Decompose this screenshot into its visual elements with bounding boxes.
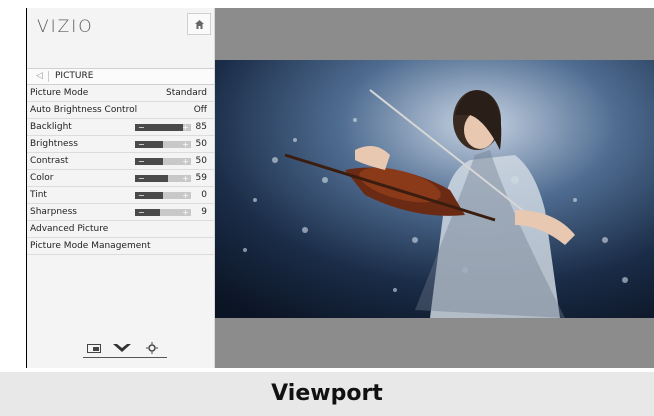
minus-icon: − bbox=[138, 208, 145, 217]
row-value: Off bbox=[193, 105, 207, 115]
plus-icon: + bbox=[182, 123, 189, 132]
menu-list: Picture Mode Standard Auto Brightness Co… bbox=[27, 85, 214, 255]
home-button[interactable] bbox=[187, 13, 211, 35]
row-label: Picture Mode Management bbox=[30, 241, 151, 251]
background-photo bbox=[215, 60, 654, 318]
contrast-slider[interactable]: − + bbox=[135, 157, 191, 166]
settings-icon[interactable] bbox=[143, 340, 161, 356]
backlight-row[interactable]: Backlight − + 85 bbox=[27, 119, 214, 136]
plus-icon: + bbox=[182, 208, 189, 217]
minus-icon: − bbox=[138, 191, 145, 200]
input-icon[interactable] bbox=[85, 340, 103, 356]
minus-icon: − bbox=[138, 140, 145, 149]
row-value: 50 bbox=[195, 156, 207, 166]
tint-slider[interactable]: − + bbox=[135, 191, 191, 200]
row-label: Color bbox=[30, 173, 54, 183]
row-value: 0 bbox=[201, 190, 207, 200]
row-value: 59 bbox=[195, 173, 207, 183]
row-label: Picture Mode bbox=[30, 88, 89, 98]
row-label: Advanced Picture bbox=[30, 224, 109, 234]
row-label: Sharpness bbox=[30, 207, 77, 217]
row-label: Auto Brightness Control bbox=[30, 105, 138, 115]
plus-icon: + bbox=[182, 157, 189, 166]
minus-icon: − bbox=[138, 123, 145, 132]
row-value: 85 bbox=[195, 122, 207, 132]
row-label: Backlight bbox=[30, 122, 72, 132]
picture-mode-management-row[interactable]: Picture Mode Management bbox=[27, 238, 214, 255]
plus-icon: + bbox=[182, 140, 189, 149]
chevron-down-icon[interactable] bbox=[111, 340, 133, 356]
menu-footer bbox=[27, 338, 214, 360]
chevron-left-icon[interactable]: ◁ bbox=[36, 69, 43, 84]
sharpness-slider[interactable]: − + bbox=[135, 208, 191, 217]
footer-underline bbox=[83, 357, 167, 358]
row-label: Brightness bbox=[30, 139, 78, 149]
header-divider bbox=[48, 71, 49, 82]
brightness-slider[interactable]: − + bbox=[135, 140, 191, 149]
plus-icon: + bbox=[182, 191, 189, 200]
sharpness-row[interactable]: Sharpness − + 9 bbox=[27, 204, 214, 221]
vizio-logo: VIZIO bbox=[37, 17, 94, 37]
contrast-row[interactable]: Contrast − + 50 bbox=[27, 153, 214, 170]
tint-row[interactable]: Tint − + 0 bbox=[27, 187, 214, 204]
home-icon bbox=[194, 19, 204, 29]
row-value: 50 bbox=[195, 139, 207, 149]
row-label: Tint bbox=[30, 190, 47, 200]
row-label: Contrast bbox=[30, 156, 69, 166]
brightness-row[interactable]: Brightness − + 50 bbox=[27, 136, 214, 153]
row-value: 9 bbox=[201, 207, 207, 217]
picture-settings-panel: VIZIO ◁ PICTURE Picture Mode Standard Au… bbox=[27, 8, 215, 368]
row-value: Standard bbox=[166, 88, 207, 98]
picture-mode-row[interactable]: Picture Mode Standard bbox=[27, 85, 214, 102]
menu-title: PICTURE bbox=[55, 71, 94, 81]
minus-icon: − bbox=[138, 157, 145, 166]
backlight-slider[interactable]: − + bbox=[135, 123, 191, 132]
minus-icon: − bbox=[138, 174, 145, 183]
advanced-picture-row[interactable]: Advanced Picture bbox=[27, 221, 214, 238]
color-row[interactable]: Color − + 59 bbox=[27, 170, 214, 187]
plus-icon: + bbox=[182, 174, 189, 183]
viewport-caption: Viewport bbox=[0, 372, 654, 416]
auto-brightness-row[interactable]: Auto Brightness Control Off bbox=[27, 102, 214, 119]
menu-header: ◁ PICTURE bbox=[27, 68, 214, 85]
color-slider[interactable]: − + bbox=[135, 174, 191, 183]
